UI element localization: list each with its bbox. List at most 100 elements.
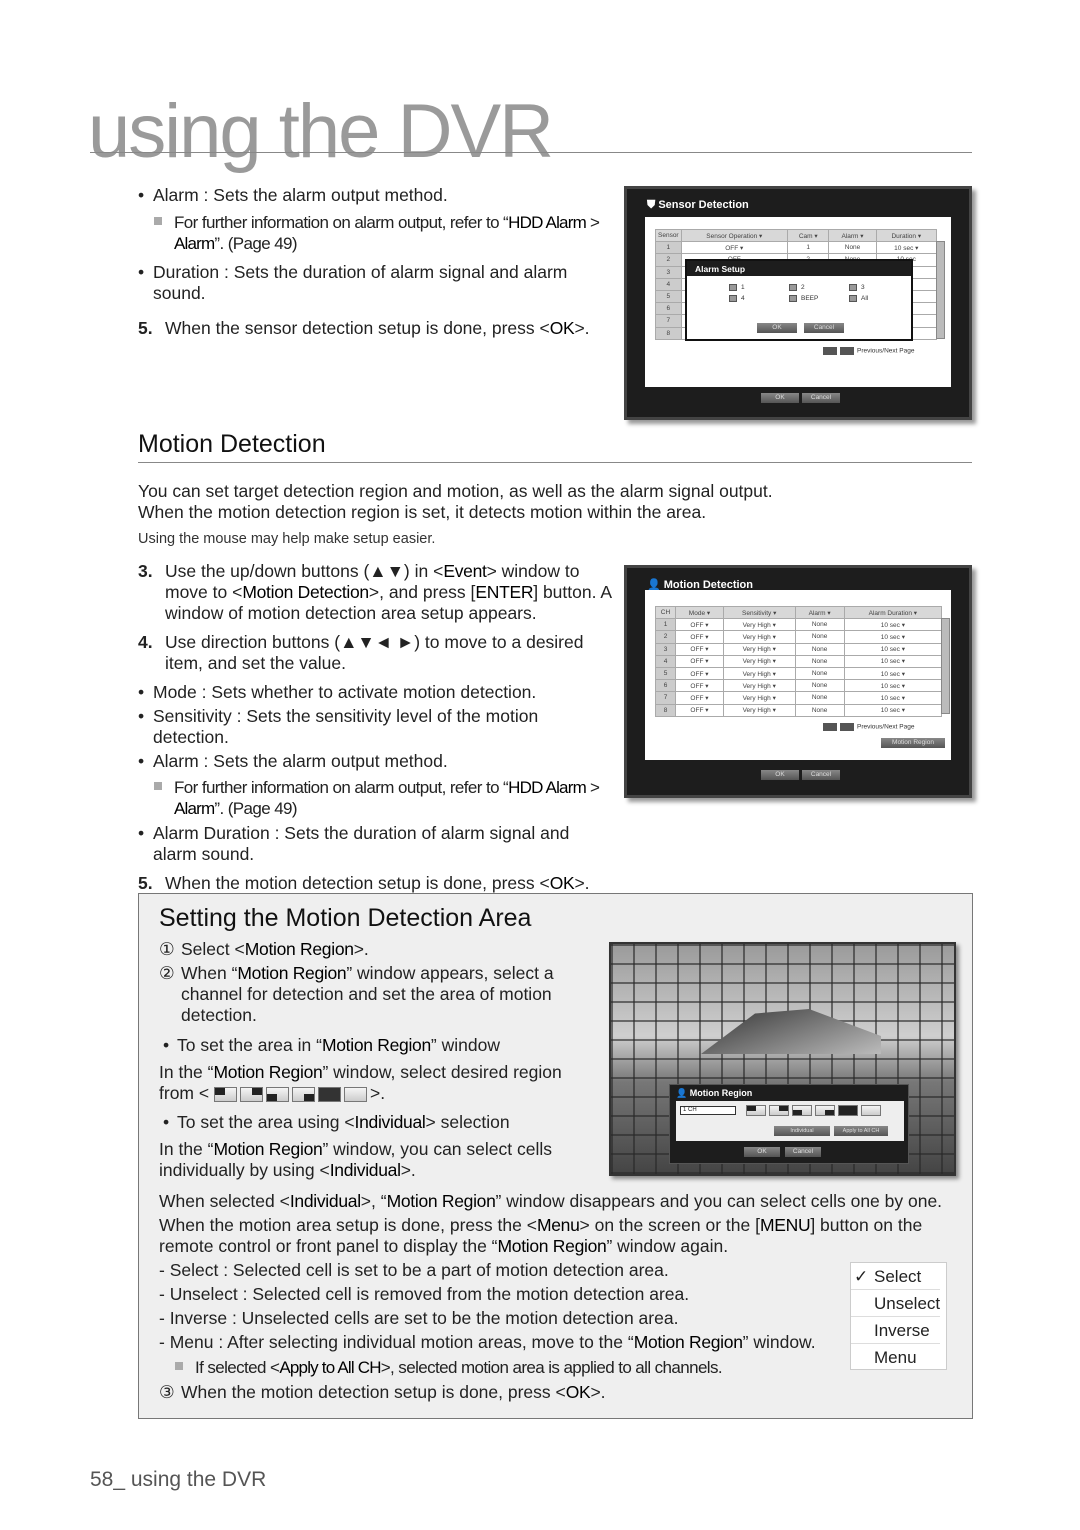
popup-ok-button[interactable]: OK [757, 323, 797, 333]
next-page-button[interactable] [840, 723, 854, 731]
table-cell[interactable]: 1 [786, 241, 830, 255]
column-header[interactable]: Alarm ▾ [828, 228, 877, 243]
menu-item-unselect[interactable]: Unselect [851, 1290, 940, 1317]
popup-cancel-button[interactable]: Cancel [804, 323, 844, 333]
scrollbar[interactable] [936, 241, 945, 339]
column-header[interactable]: Alarm ▾ [794, 605, 845, 620]
table-cell[interactable]: Very High ▾ [722, 630, 796, 644]
text-segment: > [585, 778, 600, 797]
alarm-option-checkbox[interactable]: 4 [729, 295, 789, 302]
table-cell[interactable]: 10 sec ▾ [843, 703, 943, 717]
emphasized-text: Motion Region [213, 1139, 323, 1159]
motion-region-dialog: 👤 Motion Region 1 CH Individual Apply to… [669, 1084, 909, 1164]
channel-select[interactable]: 1 CH [680, 1106, 736, 1115]
table-cell[interactable]: None [794, 642, 845, 656]
menu-item-inverse[interactable]: Inverse [851, 1317, 940, 1344]
menu-item-menu[interactable]: Menu [851, 1344, 940, 1371]
cancel-button[interactable]: Cancel [802, 393, 840, 403]
table-cell[interactable]: 10 sec ▾ [843, 642, 943, 656]
table-cell[interactable]: 10 sec ▾ [843, 679, 943, 693]
region-full-icon[interactable] [838, 1105, 858, 1116]
table-cell[interactable]: Very High ▾ [722, 666, 796, 681]
screen-title: ⛊ Sensor Detection [647, 199, 749, 211]
alarm-option-checkbox[interactable]: All [849, 295, 909, 302]
text-segment: >. [400, 1160, 416, 1180]
table-cell[interactable]: OFF ▾ [675, 630, 724, 644]
table-cell[interactable]: 10 sec ▾ [843, 630, 943, 644]
ok-button[interactable]: OK [761, 393, 799, 403]
ok-button[interactable]: OK [744, 1147, 780, 1157]
cancel-button[interactable]: Cancel [785, 1147, 821, 1157]
table-cell[interactable]: None [828, 241, 877, 255]
list-item: - Inverse : Unselected cells are set to … [159, 1308, 969, 1329]
text: Sensitivity : Sets the sensitivity level… [153, 706, 538, 747]
column-header[interactable]: Mode ▾ [675, 605, 724, 620]
individual-button[interactable]: Individual [774, 1126, 830, 1136]
table-cell[interactable]: Very High ▾ [722, 679, 796, 693]
ok-button[interactable]: OK [761, 770, 799, 780]
text: Alarm : Sets the alarm output method. [153, 751, 448, 771]
region-none-icon[interactable] [861, 1105, 881, 1116]
table-cell[interactable]: Very High ▾ [722, 618, 796, 632]
table-cell[interactable]: OFF ▾ [675, 691, 724, 705]
table-cell[interactable]: None [794, 679, 845, 693]
cancel-button[interactable]: Cancel [802, 770, 840, 780]
table-cell[interactable]: OFF ▾ [675, 654, 724, 668]
previous-page-button[interactable] [823, 723, 837, 731]
dialog-title: 👤 Motion Region [676, 1088, 753, 1098]
paragraph: When selected <Individual>, “Motion Regi… [159, 1191, 969, 1212]
motion-region-button[interactable]: Motion Region [881, 738, 945, 748]
table-cell[interactable]: 10 sec ▾ [875, 241, 938, 255]
text-segment: - Unselect : Selected cell is removed fr… [159, 1284, 690, 1304]
table-cell[interactable]: 10 sec ▾ [843, 666, 943, 681]
region-top-left-icon[interactable] [746, 1105, 766, 1116]
table-cell[interactable]: None [794, 703, 845, 717]
column-header[interactable]: Sensor Operation ▾ [680, 228, 788, 243]
table-cell[interactable]: Very High ▾ [722, 691, 796, 705]
table-cell[interactable]: None [794, 654, 845, 668]
alarm-option-checkbox[interactable]: 1 [729, 284, 789, 291]
table-cell[interactable]: 10 sec ▾ [843, 691, 943, 705]
alarm-option-checkbox[interactable]: 3 [849, 284, 909, 291]
text-segment: ”. (Page 49) [214, 799, 297, 818]
table-cell[interactable]: None [794, 618, 845, 632]
table-row: 7 OFF ▾ Very High ▾ None 10 sec ▾ [655, 691, 943, 705]
scrollbar[interactable] [941, 618, 950, 714]
table-cell[interactable]: Very High ▾ [722, 654, 796, 668]
row-number: 2 [655, 253, 682, 267]
text-segment: For further information on alarm output,… [174, 778, 509, 797]
table-cell[interactable]: None [794, 630, 845, 644]
table-cell[interactable]: OFF ▾ [675, 703, 724, 717]
table-cell[interactable]: OFF ▾ [675, 679, 724, 693]
column-header[interactable]: Alarm Duration ▾ [843, 605, 943, 620]
table-cell[interactable]: OFF ▾ [675, 666, 724, 681]
table-cell[interactable]: OFF ▾ [675, 618, 724, 632]
previous-page-button[interactable] [823, 347, 837, 355]
row-number: 8 [655, 326, 682, 340]
motion-detection-screenshot: 👤 Motion Detection CH Mode ▾ Sensitivity ▾… [624, 565, 972, 798]
region-top-right-icon[interactable] [769, 1105, 789, 1116]
paragraph: In the “Motion Region” window, select de… [159, 1062, 589, 1083]
apply-to-all-button[interactable]: Apply to All CH [834, 1126, 888, 1136]
table-cell[interactable]: 10 sec ▾ [843, 618, 943, 632]
region-bottom-right-icon[interactable] [815, 1105, 835, 1116]
column-header[interactable]: Sensitivity ▾ [722, 605, 796, 620]
alarm-option-checkbox[interactable]: BEEP [789, 295, 849, 302]
table-cell[interactable]: OFF ▾ [680, 241, 788, 255]
table-cell[interactable]: Very High ▾ [722, 642, 796, 656]
alarm-option-checkbox[interactable]: 2 [789, 284, 849, 291]
menu-item-select[interactable]: ✓ Select [851, 1263, 940, 1290]
next-page-button[interactable] [840, 347, 854, 355]
column-header[interactable]: CH [655, 605, 676, 620]
table-cell[interactable]: 10 sec ▾ [843, 654, 943, 668]
column-header[interactable]: Sensor [655, 228, 682, 243]
table-cell[interactable]: None [794, 691, 845, 705]
text-segment: For further information on alarm output,… [174, 213, 509, 232]
table-cell[interactable]: Very High ▾ [722, 703, 796, 717]
column-header[interactable]: Duration ▾ [875, 228, 938, 243]
table-cell[interactable]: OFF ▾ [675, 642, 724, 656]
column-header[interactable]: Cam ▾ [786, 228, 830, 243]
region-bottom-left-icon[interactable] [792, 1105, 812, 1116]
table-cell[interactable]: None [794, 666, 845, 681]
step: ② When “Motion Region” window appears, se… [159, 963, 554, 1025]
